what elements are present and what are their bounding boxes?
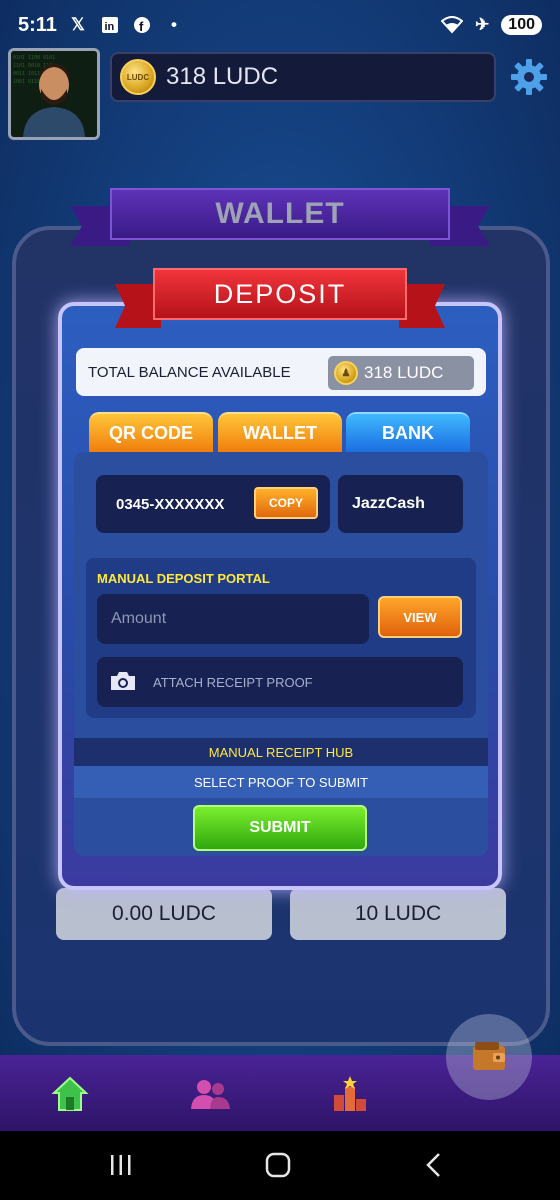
facebook-icon: f bbox=[131, 14, 153, 36]
battery-indicator: 100 bbox=[501, 15, 542, 35]
nav-leaderboard[interactable] bbox=[326, 1070, 374, 1118]
total-balance-badge: ♟ 318 LUDC bbox=[328, 356, 474, 390]
wallet-ribbon: WALLET bbox=[70, 184, 490, 258]
portal-title: MANUAL DEPOSIT PORTAL bbox=[97, 571, 270, 586]
header-balance-text: 318 LUDC bbox=[166, 63, 279, 90]
status-bar: 5:11 𝕏 in f • ✈ 100 bbox=[0, 0, 560, 50]
deposit-title: DEPOSIT bbox=[213, 278, 347, 309]
balance-cards: 0.00 LUDC 10 LUDC bbox=[56, 888, 506, 940]
wallet-title: WALLET bbox=[215, 197, 345, 230]
coin-label: LUDC bbox=[126, 72, 150, 82]
svg-text:f: f bbox=[139, 19, 144, 34]
settings-gear-icon[interactable] bbox=[506, 54, 552, 100]
wallet-fab-button[interactable] bbox=[446, 1014, 532, 1100]
balance-card-left: 0.00 LUDC bbox=[56, 888, 272, 940]
provider-box: JazzCash bbox=[338, 475, 463, 533]
attach-receipt-label: ATTACH RECEIPT PROOF bbox=[153, 674, 313, 690]
tab-bank[interactable]: BANK bbox=[346, 412, 470, 452]
airplane-icon: ✈ bbox=[475, 15, 490, 34]
view-button[interactable]: VIEW bbox=[378, 596, 462, 638]
x-icon: 𝕏 bbox=[71, 15, 85, 34]
header-balance-bar[interactable]: LUDC 318 LUDC bbox=[110, 52, 496, 102]
home-icon bbox=[51, 1076, 89, 1111]
camera-icon bbox=[109, 670, 137, 695]
leaderboard-icon bbox=[334, 1076, 366, 1111]
dot-icon: • bbox=[170, 15, 177, 34]
wallet-ribbon-main: WALLET bbox=[110, 188, 450, 240]
nav-home[interactable] bbox=[46, 1070, 94, 1118]
amount-input[interactable] bbox=[97, 594, 369, 644]
wallet-icon bbox=[473, 1042, 505, 1070]
balance-card-right: 10 LUDC bbox=[290, 888, 506, 940]
wifi-icon bbox=[441, 14, 464, 36]
avatar[interactable]: 0101 1100 0101 1101 0010 1101 0011 1011 00… bbox=[8, 48, 100, 140]
submit-button[interactable]: SUBMIT bbox=[193, 805, 367, 851]
select-proof-row[interactable]: SELECT PROOF TO SUBMIT bbox=[74, 766, 488, 798]
tab-qr-code[interactable]: QR CODE bbox=[89, 412, 213, 452]
account-number: 0345-XXXXXXX bbox=[116, 495, 225, 513]
friends-icon bbox=[191, 1080, 230, 1109]
copy-button[interactable]: COPY bbox=[254, 487, 318, 519]
svg-text:in: in bbox=[104, 21, 114, 33]
nav-friends[interactable] bbox=[186, 1070, 234, 1118]
manual-receipt-hub: MANUAL RECEIPT HUB bbox=[74, 738, 488, 766]
attach-receipt-button[interactable]: ATTACH RECEIPT PROOF bbox=[97, 657, 463, 707]
provider-name: JazzCash bbox=[352, 495, 425, 512]
status-time: 5:11 bbox=[18, 13, 57, 36]
svg-text:0101 1100 0101: 0101 1100 0101 bbox=[13, 55, 55, 61]
tab-wallet[interactable]: WALLET bbox=[218, 412, 342, 452]
back-icon[interactable] bbox=[414, 1148, 454, 1182]
recent-apps-icon[interactable] bbox=[101, 1148, 141, 1182]
deposit-ribbon: DEPOSIT bbox=[115, 268, 445, 334]
total-balance-row: TOTAL BALANCE AVAILABLE ♟ 318 LUDC bbox=[76, 348, 486, 396]
ludc-coin-small-icon: ♟ bbox=[334, 361, 358, 385]
ludc-coin-icon: LUDC bbox=[120, 59, 156, 95]
avatar-icon: 0101 1100 01011101 0010 11010011 1011 00… bbox=[11, 51, 97, 137]
total-balance-label: TOTAL BALANCE AVAILABLE bbox=[88, 363, 291, 381]
total-balance-value: 318 LUDC bbox=[364, 363, 444, 382]
home-button-icon[interactable] bbox=[258, 1148, 298, 1182]
deposit-ribbon-main: DEPOSIT bbox=[153, 268, 407, 320]
linkedin-icon: in bbox=[99, 14, 121, 36]
